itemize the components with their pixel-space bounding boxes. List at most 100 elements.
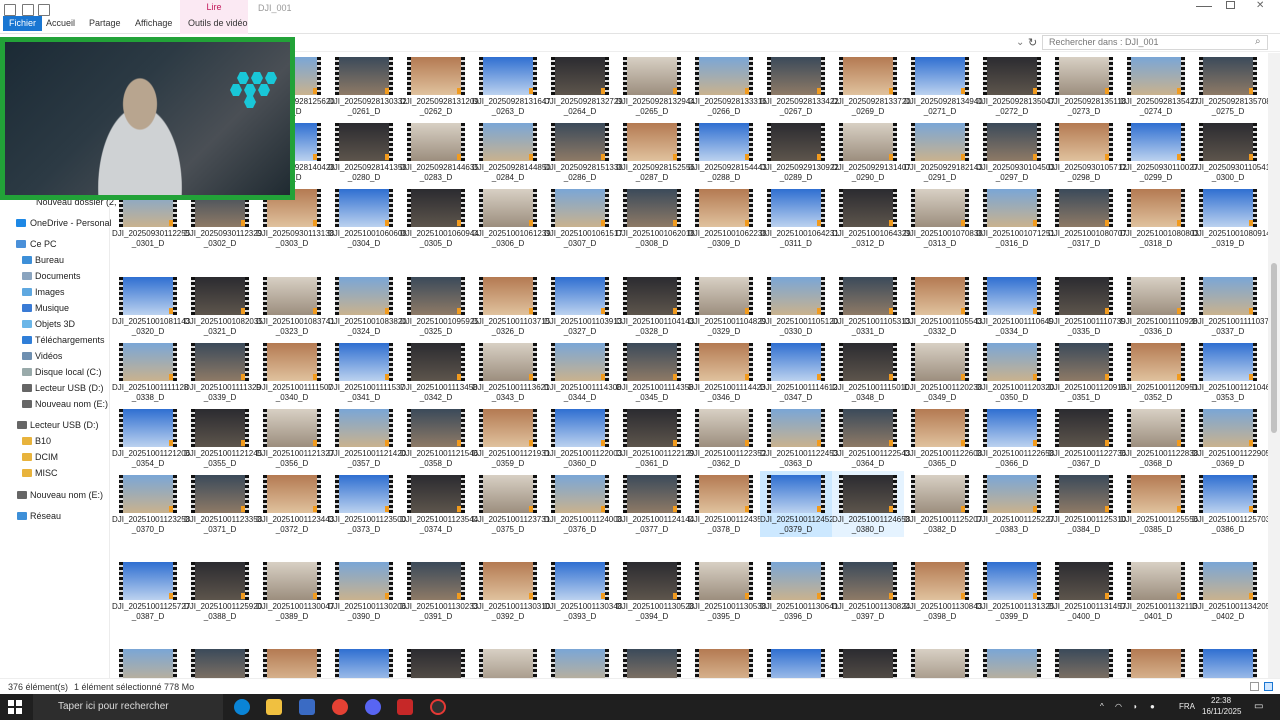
search-input[interactable]: Rechercher dans : DJI_001 — [1042, 35, 1268, 50]
tab-outils-video[interactable]: Outils de vidéo — [182, 16, 254, 31]
video-file-item[interactable]: DJI_20250928131209 _0262_D — [400, 53, 479, 119]
nav-item-videos[interactable]: Vidéos — [35, 351, 62, 361]
video-file-item[interactable]: DJI_20251001125920 _0388_D — [184, 558, 262, 624]
video-file-item[interactable] — [544, 645, 616, 678]
video-file-item[interactable]: DJI_20251001122658 _0366_D — [976, 405, 1054, 471]
nav-item-reseau[interactable]: Réseau — [30, 511, 61, 521]
video-file-item[interactable] — [400, 645, 472, 678]
video-file-item[interactable]: DJI_20251001071251 _0316_D — [976, 185, 1055, 251]
video-file-item[interactable]: DJI_20251001111128 _0338_D — [112, 339, 188, 405]
nav-item-musique[interactable]: Musique — [35, 303, 69, 313]
video-file-item[interactable]: DJI_20251001110928 _0336_D — [1120, 273, 1198, 339]
video-file-item[interactable]: DJI_20250928141358 _0280_D — [328, 119, 407, 185]
video-file-item[interactable]: DJI_20251001122129 _0361_D — [616, 405, 694, 471]
obs-icon[interactable] — [430, 699, 446, 715]
refresh-icon[interactable]: ↻ — [1028, 36, 1037, 49]
mic-icon[interactable]: ● — [1150, 702, 1155, 711]
video-file-item[interactable]: DJI_20251001060944 _0305_D — [400, 185, 479, 251]
video-file-item[interactable]: DJI_20251001131325 _0399_D — [976, 558, 1054, 624]
video-file-item[interactable]: DJI_20251001130824 _0397_D — [832, 558, 910, 624]
video-file-item[interactable]: DJI_20250928152556 _0287_D — [616, 119, 695, 185]
video-file-item[interactable]: DJI_20251001064231 _0311_D — [760, 185, 839, 251]
video-file-item[interactable] — [760, 645, 832, 678]
video-file-item[interactable]: DJI_20251001111329 _0339_D — [184, 339, 261, 405]
video-file-item[interactable]: DJI_20251001121420 _0357_D — [328, 405, 406, 471]
video-file-item[interactable] — [688, 645, 760, 678]
video-file-item[interactable]: DJI_20251001122608 _0365_D — [904, 405, 982, 471]
video-file-item[interactable]: DJI_20250928151338 _0286_D — [544, 119, 623, 185]
video-file-item[interactable]: DJI_20250928135047 _0272_D — [976, 53, 1055, 119]
nav-item-onedrive[interactable]: OneDrive - Personal — [30, 218, 112, 228]
video-file-item[interactable]: DJI_20251001105120 _0330_D — [760, 273, 838, 339]
video-file-item[interactable] — [328, 645, 400, 678]
wifi-icon[interactable]: ◠ — [1115, 702, 1122, 711]
video-file-item[interactable]: DJI_20251001125207 _0382_D — [904, 471, 982, 537]
tab-fichier[interactable]: Fichier — [3, 16, 43, 31]
edge-icon[interactable] — [234, 699, 250, 715]
video-file-item[interactable]: DJI_20251001080707 _0317_D — [1048, 185, 1127, 251]
nav-item-lecteur-usb-root[interactable]: Lecteur USB (D:) — [30, 420, 99, 430]
video-file-item[interactable]: DJI_20250928134940 _0271_D — [904, 53, 983, 119]
video-file-item[interactable]: DJI_20251001114308 _0344_D — [544, 339, 622, 405]
chrome-icon[interactable] — [332, 699, 348, 715]
video-file-item[interactable]: DJI_20251001125227 _0383_D — [976, 471, 1054, 537]
video-file-item[interactable]: DJI_20251001120916 _0351_D — [1048, 339, 1126, 405]
scrollbar-thumb[interactable] — [1271, 263, 1277, 433]
video-file-item[interactable]: DJI_20251001122736 _0367_D — [1048, 405, 1126, 471]
video-file-item[interactable]: DJI_20251001130206 _0390_D — [328, 558, 406, 624]
video-file-item[interactable]: DJI_20250928133720 _0269_D — [832, 53, 911, 119]
clock-time[interactable]: 22:38 — [1211, 696, 1231, 705]
nav-item-misc[interactable]: MISC — [35, 468, 58, 478]
video-file-item[interactable]: DJI_20251001121327 _0356_D — [256, 405, 334, 471]
discord-icon[interactable] — [365, 699, 381, 715]
video-file-item[interactable]: DJI_20251001110649 _0334_D — [976, 273, 1054, 339]
video-file-item[interactable]: DJI_20251001111037 _0337_D — [1192, 273, 1268, 339]
video-file-item[interactable]: DJI_20251001121046 _0353_D — [1192, 339, 1268, 405]
clock-date[interactable]: 16/11/2025 — [1202, 707, 1241, 716]
video-file-item[interactable]: DJI_20251001131457 _0400_D — [1048, 558, 1126, 624]
nav-item-nouveau-nom-root[interactable]: Nouveau nom (E:) — [30, 490, 103, 500]
video-file-item[interactable]: DJI_20251001110739 _0335_D — [1048, 273, 1126, 339]
video-file-item[interactable] — [832, 645, 904, 678]
video-file-item[interactable]: DJI_20251001064329 _0312_D — [832, 185, 911, 251]
video-file-item[interactable]: DJI_20251001113621 _0343_D — [472, 339, 550, 405]
video-file-item[interactable]: DJI_20251001123544 _0374_D — [400, 471, 478, 537]
video-file-item[interactable]: DJI_20251001120320 _0350_D — [976, 339, 1054, 405]
video-file-item[interactable]: DJI_20251001125703 _0386_D — [1192, 471, 1268, 537]
video-file-item[interactable] — [472, 645, 544, 678]
video-file-item[interactable]: DJI_20251001121206 _0354_D — [112, 405, 190, 471]
video-file-item[interactable]: DJI_20251001130348 _0393_D — [544, 558, 622, 624]
video-file-item[interactable]: DJI_20250928135708 _0275_D — [1192, 53, 1268, 119]
video-file-item[interactable]: DJI_20251001122905 _0369_D — [1192, 405, 1268, 471]
chevron-up-icon[interactable]: ^ — [1100, 702, 1104, 711]
video-file-item[interactable]: DJI_20251001083741 _0323_D — [256, 273, 335, 339]
video-file-item[interactable]: DJI_20251001105543 _0332_D — [904, 273, 982, 339]
video-file-item[interactable]: DJI_20250928135427 _0274_D — [1120, 53, 1199, 119]
video-file-item[interactable]: DJI_20251001123258 _0370_D — [112, 471, 190, 537]
video-file-item[interactable]: DJI_20251001115010 _0348_D — [832, 339, 910, 405]
video-file-item[interactable]: DJI_20251001124144 _0377_D — [616, 471, 694, 537]
chevron-down-icon[interactable]: ⌄ — [1016, 37, 1024, 48]
video-file-item[interactable]: DJI_20251001130538 _0395_D — [688, 558, 766, 624]
video-file-item[interactable]: DJI_20251001132113 _0401_D — [1120, 558, 1198, 624]
video-file-item[interactable]: DJI_20251001130233 _0391_D — [400, 558, 478, 624]
video-file-item[interactable]: DJI_20251001103913 _0327_D — [544, 273, 622, 339]
video-file-item[interactable] — [1120, 645, 1192, 678]
video-file-item[interactable]: DJI_20251001111537 _0341_D — [328, 339, 405, 405]
language-indicator[interactable]: FRA — [1179, 702, 1195, 711]
nav-item-disque-local[interactable]: Disque local (C:) — [35, 367, 102, 377]
minimize-icon[interactable] — [1196, 1, 1212, 7]
video-file-item[interactable]: DJI_20250929182143 _0291_D — [904, 119, 983, 185]
video-file-item[interactable]: DJI_20250928131647 _0263_D — [472, 53, 551, 119]
video-file-item[interactable]: DJI_20251001122838 _0368_D — [1120, 405, 1198, 471]
tab-partage[interactable]: Partage — [83, 16, 127, 31]
video-file-item[interactable]: DJI_20251001060608 _0304_D — [328, 185, 407, 251]
video-file-item[interactable]: DJI_20251001105313 _0331_D — [832, 273, 910, 339]
context-tab-lire[interactable]: Lire — [180, 2, 248, 12]
video-file-item[interactable] — [904, 645, 976, 678]
video-file-item[interactable]: DJI_20250930105712 _0298_D — [1048, 119, 1127, 185]
video-file-item[interactable]: DJI_20251001080803 _0318_D — [1120, 185, 1199, 251]
tab-accueil[interactable]: Accueil — [40, 16, 81, 31]
video-file-item[interactable]: DJI_20250928154443 _0288_D — [688, 119, 767, 185]
video-file-item[interactable]: DJI_20251001124520 _0379_D — [760, 471, 838, 537]
